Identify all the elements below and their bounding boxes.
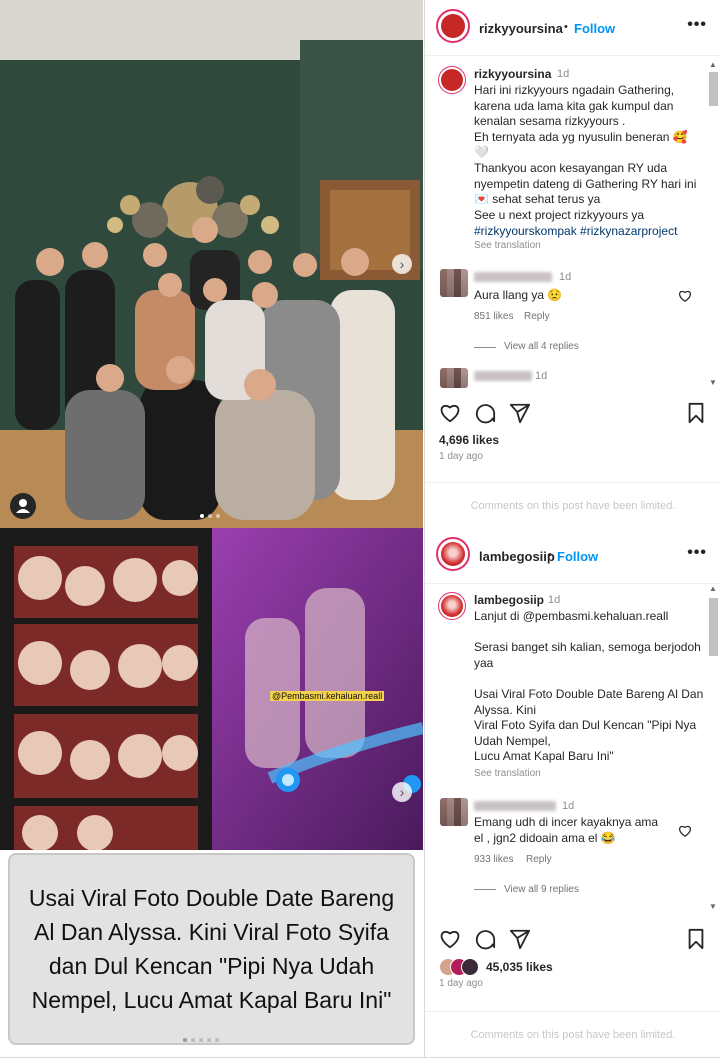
share-icon[interactable]: [509, 928, 531, 950]
caption-text: Lanjut di @pembasmi.kehaluan.reall Seras…: [474, 609, 704, 764]
heart-icon[interactable]: [678, 824, 692, 838]
next-arrow-icon[interactable]: ›: [392, 782, 412, 802]
follow-button[interactable]: Follow: [557, 549, 598, 564]
reply-button[interactable]: Reply: [526, 854, 552, 865]
heart-icon[interactable]: [439, 402, 461, 424]
liker-avatars[interactable]: [439, 958, 483, 976]
carousel-dot: [216, 514, 220, 518]
commenter-username[interactable]: [474, 801, 556, 811]
heart-icon[interactable]: [678, 289, 692, 303]
avatar[interactable]: [440, 798, 468, 826]
comment-likes[interactable]: 851 likes: [474, 311, 513, 322]
reply-button[interactable]: Reply: [524, 311, 550, 322]
follow-button[interactable]: Follow: [574, 21, 615, 36]
carousel-dot: [215, 1038, 219, 1042]
comment-likes[interactable]: 933 likes: [474, 854, 513, 865]
user-tag-icon[interactable]: [10, 493, 36, 519]
scrollbar-thumb[interactable]: [709, 598, 718, 656]
image-watermark: @Pembasmi.kehaluan.reall: [270, 691, 385, 701]
avatar[interactable]: [438, 592, 466, 620]
caption-username[interactable]: rizkyyoursina: [474, 67, 551, 81]
more-options-icon[interactable]: •••: [687, 16, 707, 34]
post-sidebar: lambegosiip • Follow ••• lambegosiip 1d …: [424, 528, 720, 1057]
divider: [425, 1011, 720, 1012]
caption-username[interactable]: lambegosiip: [474, 593, 544, 607]
like-count[interactable]: 45,035 likes: [486, 960, 553, 974]
avatar: [461, 958, 479, 976]
comments-limited-notice: Comments on this post have been limited.: [470, 500, 676, 512]
avatar[interactable]: [436, 537, 470, 571]
post-image-group-photo[interactable]: ›: [0, 0, 423, 528]
see-translation-link[interactable]: See translation: [474, 768, 541, 779]
commenter-username[interactable]: [474, 371, 532, 381]
group-photo: [0, 0, 423, 528]
comments-section: rizkyyoursina 1d Hari ini rizkyyours nga…: [425, 56, 705, 390]
caption-time: 1d: [548, 594, 561, 606]
scrollbar[interactable]: ▲ ▼: [707, 60, 719, 390]
image-caption-box: Usai Viral Foto Double Date Bareng Al Da…: [8, 853, 415, 1045]
carousel-dot: [200, 514, 204, 518]
comment-text: Aura llang ya 😟: [474, 288, 563, 302]
image-caption-text: Usai Viral Foto Double Date Bareng Al Da…: [28, 885, 395, 1013]
scroll-down-icon[interactable]: ▼: [709, 902, 717, 911]
post-sidebar: rizkyyoursina • Follow ••• rizkyyoursina…: [424, 0, 720, 528]
comment-time: 1d: [562, 800, 575, 812]
caption-text: Hari ini rizkyyours ngadain Gathering, k…: [474, 83, 697, 222]
comments-section: lambegosiip 1d Lanjut di @pembasmi.kehal…: [425, 584, 705, 914]
scroll-up-icon[interactable]: ▲: [709, 584, 717, 593]
next-arrow-icon[interactable]: ›: [392, 254, 412, 274]
bookmark-icon[interactable]: [686, 928, 706, 950]
replies-line: [474, 347, 496, 348]
divider: [425, 482, 720, 483]
avatar[interactable]: [436, 9, 470, 43]
post-image-collage[interactable]: @Pembasmi.kehaluan.reall › Usai Viral Fo…: [0, 528, 423, 1057]
separator-dot: •: [548, 549, 552, 561]
avatar[interactable]: [438, 66, 466, 94]
replies-line: [474, 889, 496, 890]
comment-icon[interactable]: [474, 402, 496, 424]
comment-text: Emang udh di incer kayaknya ama el , jgn…: [474, 815, 659, 845]
comment-time: 1d: [559, 271, 572, 283]
scroll-down-icon[interactable]: ▼: [709, 378, 717, 387]
username-link[interactable]: lambegosiip: [479, 549, 555, 564]
see-translation-link[interactable]: See translation: [474, 240, 541, 251]
comment-time: 1d: [535, 370, 548, 382]
separator-dot: •: [564, 21, 568, 33]
avatar[interactable]: [440, 368, 468, 388]
post-header: lambegosiip • Follow •••: [425, 528, 720, 584]
scrollbar-thumb[interactable]: [709, 72, 718, 106]
scroll-up-icon[interactable]: ▲: [709, 60, 717, 69]
comments-limited-notice: Comments on this post have been limited.: [470, 1029, 676, 1041]
comment-icon[interactable]: [474, 928, 496, 950]
action-bar: [425, 920, 720, 960]
carousel-dot: [207, 1038, 211, 1042]
post-time[interactable]: 1 day ago: [439, 978, 483, 989]
view-replies-button[interactable]: View all 4 replies: [504, 341, 579, 352]
carousel-dot: [191, 1038, 195, 1042]
avatar[interactable]: [440, 269, 468, 297]
post-time[interactable]: 1 day ago: [439, 451, 483, 462]
carousel-dot: [199, 1038, 203, 1042]
carousel-dot: [183, 1038, 187, 1042]
scrollbar[interactable]: ▲ ▼: [707, 584, 719, 914]
bookmark-icon[interactable]: [686, 402, 706, 424]
commenter-username[interactable]: [474, 272, 552, 282]
photo-collage: [0, 528, 423, 851]
action-bar: [425, 394, 720, 434]
share-icon[interactable]: [509, 402, 531, 424]
caption-hashtags[interactable]: #rizkyyourskompak #rizkynazarproject: [474, 224, 705, 240]
post-rizkyyoursina: › rizkyyoursina • Follow ••• rizkyyoursi…: [0, 0, 720, 529]
like-count[interactable]: 4,696 likes: [439, 433, 499, 447]
username-link[interactable]: rizkyyoursina: [479, 21, 563, 36]
more-options-icon[interactable]: •••: [687, 544, 707, 562]
view-replies-button[interactable]: View all 9 replies: [504, 884, 579, 895]
heart-icon[interactable]: [439, 928, 461, 950]
caption-time: 1d: [557, 68, 570, 80]
post-lambegosiip: @Pembasmi.kehaluan.reall › Usai Viral Fo…: [0, 528, 720, 1058]
post-header: rizkyyoursina • Follow •••: [425, 0, 720, 56]
carousel-dot: [208, 514, 212, 518]
